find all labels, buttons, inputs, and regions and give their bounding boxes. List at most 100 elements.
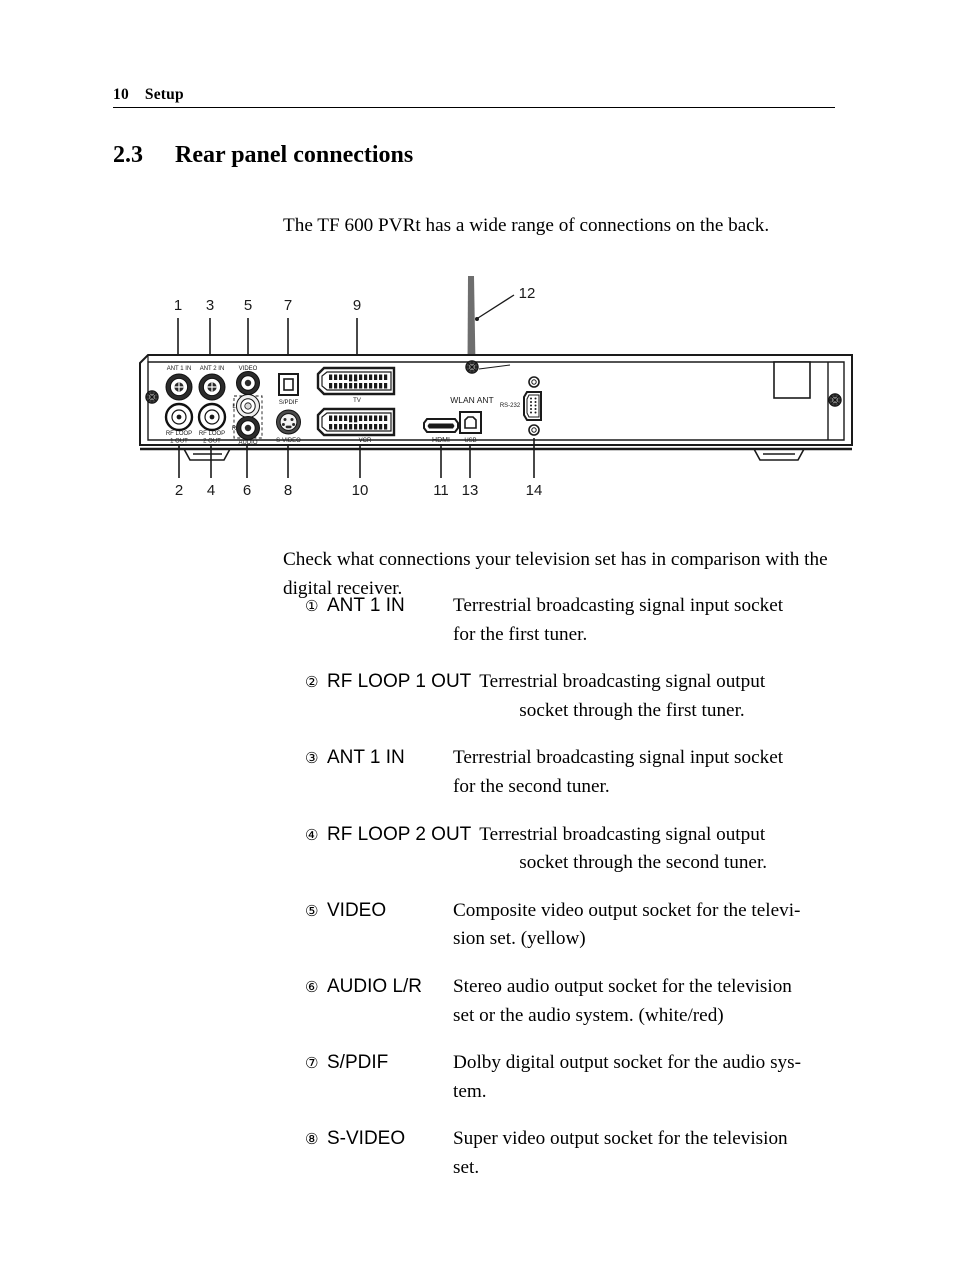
header-line: 10 Setup [113,86,835,104]
list-item-marker: ⑧ [305,1130,319,1149]
callout-11: 11 [433,482,449,499]
scart-vcr-label: VCR [359,438,372,444]
callout-8: 8 [284,482,292,499]
list-item-term: VIDEO [327,899,387,921]
list-item: ⑥ AUDIO L/R Stereo audio output socket f… [305,973,845,1030]
callout-7: 7 [284,297,292,314]
list-item: ② RF LOOP 1 OUT Terrestrial broadcasting… [305,668,845,725]
list-item-term: ANT 1 IN [327,747,405,769]
ant-2-in-label: ANT 2 IN [200,366,225,372]
description-line-2: for the first tuner. [453,623,588,645]
callout-9: 9 [353,297,361,314]
callout-13: 13 [462,482,479,499]
callout-3: 3 [206,297,214,314]
list-item: ⑦ S/PDIF Dolby digital output socket for… [305,1049,845,1106]
hdmi-label: HDMI [432,437,450,444]
callout-6: 6 [243,482,251,499]
list-item-marker: ⑤ [305,901,319,920]
list-item-term: S-VIDEO [327,1128,406,1150]
callout-12: 12 [519,285,536,302]
ant-2-in-connector [198,373,226,401]
description-line-1: Composite video output socket for the te… [453,899,801,921]
chassis-screw-left [145,390,159,404]
list-item-marker: ⑦ [305,1054,319,1073]
description-line-2: tem. [453,1080,487,1102]
list-item-marker: ⑥ [305,977,319,996]
usb-label: USB [464,438,476,444]
spdif-label: S/PDIF [279,400,299,406]
s-video-connector [276,409,301,435]
intro-paragraph: The TF 600 PVRt has a wide range of conn… [283,215,770,237]
callout-14: 14 [526,482,543,499]
list-item-description: Terrestrial broadcasting signal output s… [479,668,845,725]
list-item: ④ RF LOOP 2 OUT Terrestrial broadcasting… [305,821,845,878]
usb-connector [459,411,482,434]
list-item-description: Super video output socket for the televi… [453,1125,845,1182]
description-line-1: Super video output socket for the televi… [453,1128,788,1150]
list-item-description: Terrestrial broadcasting signal input so… [453,744,845,801]
wlan-ant-label: WLAN ANT [450,395,493,405]
list-item-marker: ④ [305,825,319,844]
audio-right-rca-jack [236,416,260,440]
audio-label: AUDIO [238,440,257,446]
spdif-connector [278,373,299,396]
callout-1: 1 [174,297,182,314]
description-line-1: Stereo audio output socket for the telev… [453,975,792,997]
wlan-antenna-screw [465,360,479,374]
list-item: ⑤ VIDEO Composite video output socket fo… [305,897,845,954]
description-line-1: Terrestrial broadcasting signal input so… [453,595,784,616]
connections-list: ① ANT 1 IN Terrestrial broadcasting sign… [305,592,845,1202]
description-line-1: Dolby digital output socket for the audi… [453,1052,801,1074]
list-item-marker: ② [305,673,319,692]
rear-panel-figure: 1 3 5 7 9 12 ANT 1 IN ANT 2 IN RF LOOP 1… [138,270,854,510]
list-item-description: Dolby digital output socket for the audi… [453,1049,845,1106]
rf-loop-1-out-label-line2: 1 OUT [170,439,188,445]
scart-tv-connector [316,366,396,396]
callout-2: 2 [175,482,183,499]
list-item-description: Composite video output socket for the te… [453,897,845,954]
power-inlet-cutout [773,361,811,399]
header-rule [113,107,835,108]
rf-loop-2-out-label-line1: RF LOOP [199,431,225,437]
video-rca-jack [236,371,260,395]
description-line-2: socket through the second tuner. [519,852,768,874]
rf-loop-2-out-label-line2: 2 OUT [203,439,221,445]
scart-tv-label: TV [353,398,361,404]
list-item-term: S/PDIF [327,1052,389,1074]
list-item-description: Stereo audio output socket for the telev… [453,973,845,1030]
audio-right-label: R [232,426,237,432]
list-item-term: AUDIO L/R [327,975,423,997]
section-title: Rear panel connections [175,142,414,168]
s-video-label: S-VIDEO [276,438,301,444]
description-line-2: set or the audio system. (white/red) [453,1004,724,1026]
description-line-2: socket through the first tuner. [519,699,745,721]
list-item-description: Terrestrial broadcasting signal output s… [479,821,845,878]
chassis-feet [183,448,805,461]
description-line-2: sion set. (yellow) [453,928,586,950]
list-item: ⑧ S-VIDEO Super video output socket for … [305,1125,845,1182]
description-line-1: Terrestrial broadcasting signal input so… [453,747,784,769]
rs232-label: RS-232 [500,403,521,409]
callout-5: 5 [244,297,252,314]
wlan-antenna [467,276,476,365]
description-line-2: for the second tuner. [453,775,610,797]
list-item: ③ ANT 1 IN Terrestrial broadcasting sign… [305,744,845,801]
hdmi-connector [423,418,459,433]
running-header: 10 Setup [113,86,835,108]
description-line-1: Terrestrial broadcasting signal output [479,823,766,845]
rear-panel-diagram: 1 3 5 7 9 12 ANT 1 IN ANT 2 IN RF LOOP 1… [139,276,853,499]
callout-10: 10 [352,482,369,499]
description-line-1: Terrestrial broadcasting signal output [479,671,766,693]
callout-4: 4 [207,482,215,499]
figure-callouts-top: 1 3 5 7 9 12 [174,285,536,366]
list-item-description: Terrestrial broadcasting signal input so… [453,592,845,649]
list-item-term: RF LOOP 2 OUT [327,823,472,845]
description-line-2: set. [453,1156,480,1178]
page-title: 2.3 Rear panel connections [113,142,413,169]
list-item-term: RF LOOP 1 OUT [327,671,472,693]
rf-loop-1-out-label-line1: RF LOOP [166,431,192,437]
figure-callouts-bottom: 2 4 6 8 10 11 13 14 [175,438,543,499]
running-title: Setup [144,86,184,103]
list-item: ① ANT 1 IN Terrestrial broadcasting sign… [305,592,845,649]
section-number: 2.3 [113,142,143,168]
